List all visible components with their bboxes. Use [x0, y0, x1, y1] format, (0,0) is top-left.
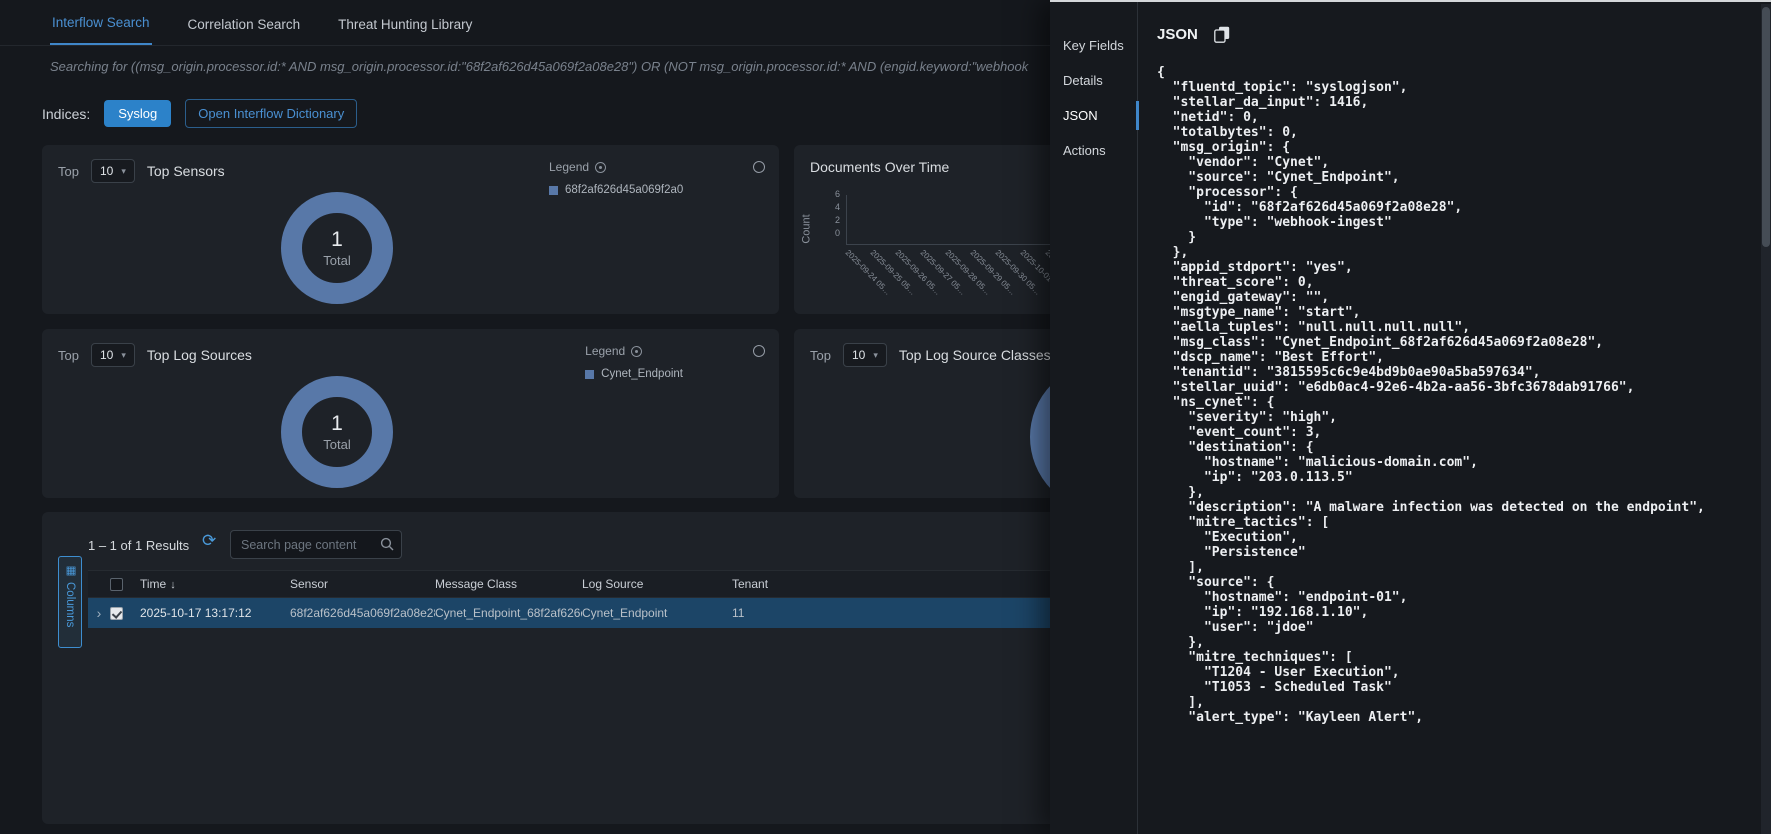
panel-title: Top Log Sources: [147, 347, 252, 363]
y-tick: 0: [822, 228, 840, 238]
legend-label: Legend: [549, 160, 589, 174]
columns-button[interactable]: ▦ Columns: [58, 556, 82, 648]
flyout-content: JSON { "fluentd_topic": "syslogjson", "s…: [1139, 2, 1759, 834]
legend-swatch: [585, 370, 594, 379]
col-log-source[interactable]: Log Source: [582, 577, 732, 591]
legend-label: Legend: [585, 344, 625, 358]
cell-log-source: Cynet_Endpoint: [582, 606, 732, 620]
donut-center: 1 Total: [281, 192, 393, 304]
x-tick-label: 2025-09-29 05…: [969, 248, 1018, 297]
y-tick: 2: [822, 215, 840, 225]
scrollbar-thumb[interactable]: [1762, 7, 1770, 247]
top-count-select[interactable]: 10 ▾: [843, 343, 887, 367]
x-tick-label: 2025-09-27 05…: [919, 248, 968, 297]
sort-desc-icon: ↓: [170, 579, 176, 591]
search-icon: [380, 537, 394, 556]
flyout-nav-key-fields[interactable]: Key Fields: [1050, 28, 1137, 63]
col-message-class[interactable]: Message Class: [435, 577, 582, 591]
top-sensors-panel: Top 10 ▾ Top Sensors 1 Total Legend 68f2…: [42, 145, 779, 314]
col-sensor[interactable]: Sensor: [290, 577, 435, 591]
flyout-nav-details[interactable]: Details: [1050, 63, 1137, 98]
grid-icon: ▦: [63, 563, 77, 577]
legend-swatch: [549, 186, 558, 195]
results-count: 1 – 1 of 1 Results: [88, 538, 189, 553]
chevron-down-icon: ▾: [121, 166, 126, 177]
scrollbar-track[interactable]: [1761, 4, 1771, 834]
cell-message-class: Cynet_Endpoint_68f2af626d45a069f2a08e28: [435, 606, 582, 620]
indices-label: Indices:: [42, 106, 90, 122]
y-axis-label: Count: [801, 214, 813, 243]
top-log-sources-panel: Top 10 ▾ Top Log Sources 1 Total Legend …: [42, 329, 779, 498]
flyout-nav-json[interactable]: JSON: [1050, 98, 1137, 133]
panel-options-icon[interactable]: [753, 345, 765, 357]
y-tick: 4: [822, 202, 840, 212]
tab-correlation-search[interactable]: Correlation Search: [186, 4, 303, 45]
legend: Legend Cynet_Endpoint: [585, 344, 683, 380]
x-tick-label: 2025-09-28 05…: [944, 248, 993, 297]
open-interflow-dictionary-button[interactable]: Open Interflow Dictionary: [185, 99, 357, 128]
chevron-down-icon: ▾: [873, 350, 878, 361]
legend-toggle-icon[interactable]: [595, 162, 606, 173]
top-count-select[interactable]: 10 ▾: [91, 159, 135, 183]
donut-center: 1 Total: [281, 376, 393, 488]
row-checkbox[interactable]: [110, 607, 123, 620]
record-detail-flyout: Key Fields Details JSON Actions JSON { "…: [1050, 0, 1771, 834]
legend: Legend 68f2af626d45a069f2a08e28: [549, 160, 683, 196]
copy-icon[interactable]: [1214, 26, 1230, 43]
indices-row: Indices: Syslog Open Interflow Dictionar…: [42, 99, 357, 128]
search-input[interactable]: [230, 530, 402, 559]
page-search: [230, 530, 402, 559]
cell-sensor: 68f2af626d45a069f2a08e28: [290, 606, 435, 620]
panel-options-icon[interactable]: [753, 161, 765, 173]
json-viewer: { "fluentd_topic": "syslogjson", "stella…: [1157, 65, 1759, 725]
x-tick-label: 2025-09-26 05…: [894, 248, 943, 297]
top-label: Top: [58, 164, 79, 179]
cell-time: 2025-10-17 13:17:12: [140, 606, 290, 620]
app-root: Interflow Search Correlation Search Thre…: [0, 0, 1771, 834]
chevron-down-icon: ▾: [121, 350, 126, 361]
top-label: Top: [58, 348, 79, 363]
flyout-nav: Key Fields Details JSON Actions: [1050, 2, 1138, 834]
tab-threat-hunting-library[interactable]: Threat Hunting Library: [336, 4, 474, 45]
index-syslog-button[interactable]: Syslog: [104, 100, 171, 127]
legend-item[interactable]: Cynet_Endpoint: [585, 368, 683, 380]
panel-title: Top Log Source Classes: [899, 347, 1051, 363]
legend-toggle-icon[interactable]: [631, 346, 642, 357]
refresh-icon[interactable]: ⟳: [202, 532, 216, 549]
x-tick-label: 2025-09-30 05…: [994, 248, 1043, 297]
x-tick-label: 2025-09-24 05…: [844, 248, 893, 297]
legend-item[interactable]: 68f2af626d45a069f2a08e28: [549, 184, 683, 196]
tab-interflow-search[interactable]: Interflow Search: [50, 2, 152, 45]
select-all-checkbox[interactable]: [110, 578, 123, 591]
col-time[interactable]: Time↓: [140, 577, 290, 591]
panel-title: Top Sensors: [147, 163, 225, 179]
panel-title: Documents Over Time: [810, 159, 949, 175]
flyout-nav-actions[interactable]: Actions: [1050, 133, 1137, 168]
json-section-title: JSON: [1157, 26, 1198, 43]
expand-row-icon[interactable]: ›: [88, 605, 110, 621]
top-label: Top: [810, 348, 831, 363]
top-count-select[interactable]: 10 ▾: [91, 343, 135, 367]
top-sensors-donut: 1 Total: [281, 192, 393, 304]
x-tick-label: 2025-09-25 05…: [869, 248, 918, 297]
top-log-sources-donut: 1 Total: [281, 376, 393, 488]
y-tick: 6: [822, 189, 840, 199]
